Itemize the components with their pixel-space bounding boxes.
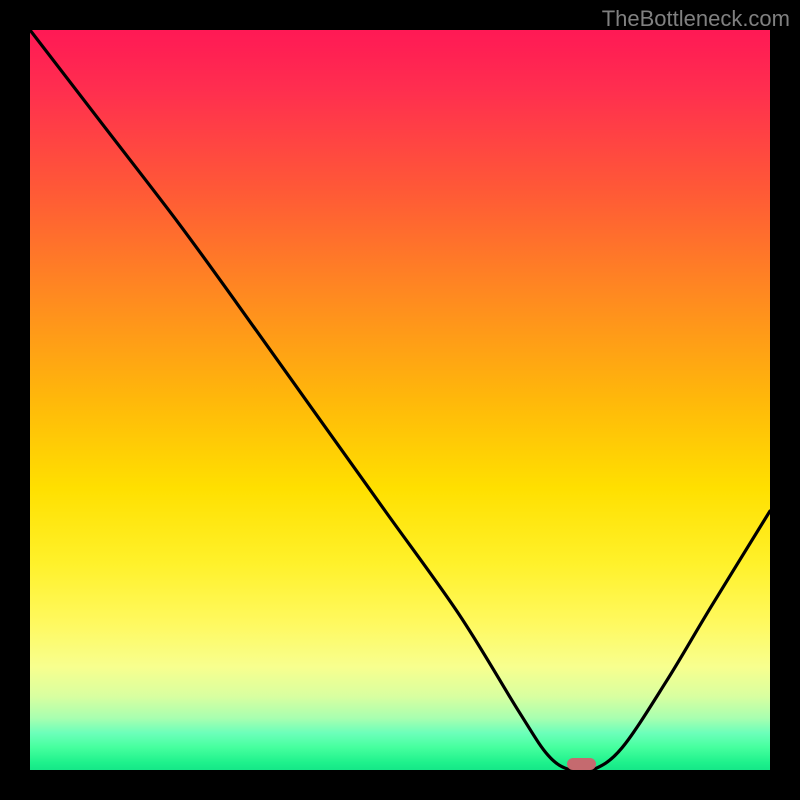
optimal-point-marker (567, 758, 597, 770)
chart-plot-area (30, 30, 770, 770)
watermark-text: TheBottleneck.com (602, 6, 790, 32)
bottleneck-curve-line (30, 30, 770, 770)
chart-curve-svg (30, 30, 770, 770)
